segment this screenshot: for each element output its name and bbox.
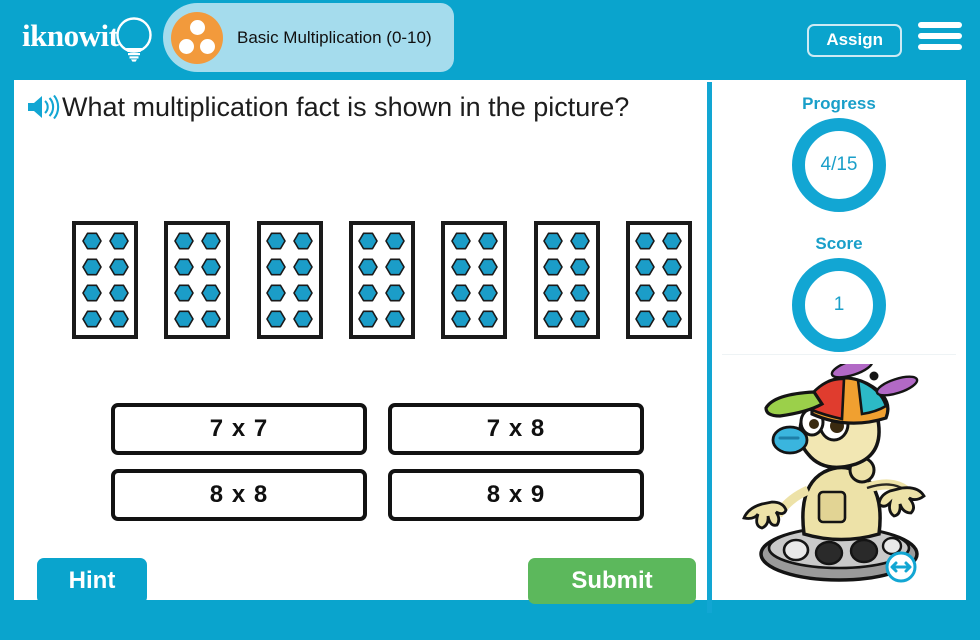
hexagon-counter-icon	[358, 284, 379, 302]
hexagon-counter-icon	[543, 232, 563, 250]
hexagon-counter-icon	[570, 232, 590, 250]
hexagon-counter-icon	[358, 232, 379, 250]
hexagon-counter-icon	[451, 284, 471, 302]
progress-value: 4/15	[820, 154, 858, 175]
hexagon-counter-icon	[293, 258, 313, 276]
hexagon-counter-icon	[266, 232, 286, 250]
hexagon-counter-icon	[570, 258, 590, 276]
answer-option-3[interactable]: 8 x 8	[111, 469, 367, 521]
hexagon-counter-icon	[81, 310, 102, 328]
submit-button[interactable]: Submit	[528, 558, 696, 604]
hexagon-counter-icon	[266, 284, 286, 302]
array-group	[625, 221, 692, 339]
question-text: What multiplication fact is shown in the…	[62, 92, 630, 122]
assign-button[interactable]: Assign	[807, 24, 902, 57]
hexagon-counter-icon	[108, 258, 129, 276]
array-group	[256, 221, 323, 339]
horizontal-resize-icon[interactable]	[884, 550, 918, 584]
logo-wordmark: iknowit	[22, 18, 119, 53]
speaker-icon[interactable]	[26, 93, 60, 121]
hexagon-counter-icon	[662, 310, 683, 328]
hexagon-counter-icon	[662, 258, 683, 276]
hexagon-counter-icon	[293, 310, 313, 328]
hexagon-counter-icon	[451, 232, 471, 250]
hexagon-counter-icon	[358, 310, 379, 328]
hexagon-counter-icon	[635, 284, 656, 302]
hexagon-counter-icon	[201, 232, 221, 250]
app-root: iknowit Basic Multiplication (0-10) Assi…	[0, 0, 980, 640]
hexagon-counter-icon	[266, 310, 286, 328]
hexagon-counter-icon	[635, 232, 656, 250]
lightbulb-icon	[116, 17, 152, 62]
topic-pill: Basic Multiplication (0-10)	[163, 3, 454, 72]
hexagon-counter-icon	[543, 284, 563, 302]
array-group	[348, 221, 415, 339]
array-group	[441, 221, 508, 339]
hexagon-counter-icon	[81, 258, 102, 276]
three-dots-circle-icon	[171, 11, 223, 64]
app-header: iknowit Basic Multiplication (0-10) Assi…	[0, 0, 980, 75]
hexagon-counter-icon	[201, 310, 221, 328]
sidebar-section-divider	[722, 354, 956, 355]
hexagon-counter-icon	[570, 310, 590, 328]
hexagon-counter-icon	[201, 284, 221, 302]
hexagon-counter-icon	[174, 258, 194, 276]
hexagon-counter-icon	[478, 310, 498, 328]
hexagon-counter-icon	[108, 310, 129, 328]
hexagon-counter-icon	[174, 232, 194, 250]
answer-option-1[interactable]: 7 x 7	[111, 403, 367, 455]
hexagon-counter-icon	[570, 284, 590, 302]
score-ring: 1	[792, 258, 886, 352]
hexagon-counter-icon	[201, 258, 221, 276]
hexagon-counter-icon	[451, 310, 471, 328]
hexagon-counter-icon	[635, 258, 656, 276]
hexagon-counter-icon	[635, 310, 656, 328]
hexagon-counter-icon	[108, 232, 129, 250]
score-label: Score	[815, 234, 863, 253]
hexagon-counter-icon	[358, 258, 379, 276]
hexagon-counter-icon	[293, 232, 313, 250]
hexagon-counter-icon	[451, 258, 471, 276]
hexagon-counter-icon	[478, 232, 498, 250]
hexagon-counter-icon	[174, 310, 194, 328]
progress-label: Progress	[802, 94, 876, 113]
hexagon-counter-icon	[478, 284, 498, 302]
hexagon-counter-icon	[385, 310, 406, 328]
hexagon-counter-icon	[662, 284, 683, 302]
hexagon-counter-icon	[662, 232, 683, 250]
array-group	[72, 221, 138, 339]
hexagon-counter-icon	[543, 258, 563, 276]
multiplication-array-illustration	[72, 221, 692, 339]
iknowit-logo[interactable]: iknowit	[22, 14, 162, 62]
hexagon-counter-icon	[385, 232, 406, 250]
hexagon-counter-icon	[174, 284, 194, 302]
hexagon-counter-icon	[81, 284, 102, 302]
hexagon-counter-icon	[293, 284, 313, 302]
hexagon-counter-icon	[266, 258, 286, 276]
answer-option-2[interactable]: 7 x 8	[388, 403, 644, 455]
array-group	[533, 221, 600, 339]
score-value: 1	[833, 294, 845, 315]
answer-option-4[interactable]: 8 x 9	[388, 469, 644, 521]
hint-button[interactable]: Hint	[37, 558, 147, 604]
progress-ring: 4/15	[792, 118, 886, 212]
hexagon-counter-icon	[385, 258, 406, 276]
hamburger-menu-icon[interactable]	[918, 22, 962, 54]
hexagon-counter-icon	[81, 232, 102, 250]
hexagon-counter-icon	[385, 284, 406, 302]
hexagon-counter-icon	[478, 258, 498, 276]
hexagon-counter-icon	[543, 310, 563, 328]
answer-options: 7 x 7 7 x 8 8 x 8 8 x 9	[111, 403, 644, 521]
array-group	[164, 221, 231, 339]
status-sidebar: Progress 4/15 Score 1	[712, 82, 966, 613]
topic-title: Basic Multiplication (0-10)	[237, 27, 432, 47]
hexagon-counter-icon	[108, 284, 129, 302]
